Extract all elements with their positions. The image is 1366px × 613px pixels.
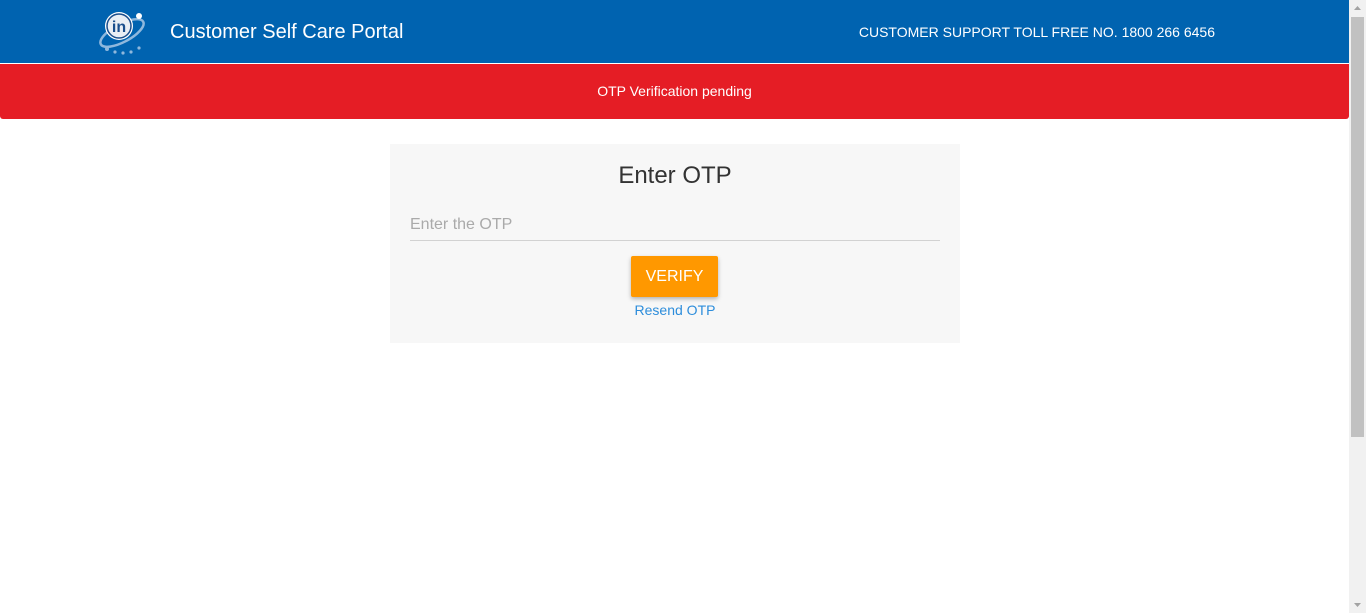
vertical-scrollbar[interactable] [1349,0,1366,613]
svg-text:in: in [112,19,126,36]
support-phone-text: CUSTOMER SUPPORT TOLL FREE NO. 1800 266 … [858,24,1215,40]
top-header: in Customer Self Care Portal CUSTOMER SU… [0,0,1349,63]
in-digital-logo-icon[interactable]: in [95,4,151,58]
scrollbar-thumb[interactable] [1351,17,1364,437]
resend-otp-link[interactable]: Resend OTP [390,302,960,319]
otp-input[interactable] [410,210,940,241]
app-title: Customer Self Care Portal [170,21,404,43]
page: in Customer Self Care Portal CUSTOMER SU… [0,0,1349,613]
otp-card: Enter OTP VERIFY Resend OTP [390,144,960,343]
otp-pending-alert: OTP Verification pending [0,64,1349,119]
verify-button[interactable]: VERIFY [631,256,718,297]
scroll-down-arrow-icon[interactable] [1349,596,1366,613]
card-title: Enter OTP [618,162,732,189]
alert-message: OTP Verification pending [597,83,752,99]
scroll-up-arrow-icon[interactable] [1349,0,1366,17]
